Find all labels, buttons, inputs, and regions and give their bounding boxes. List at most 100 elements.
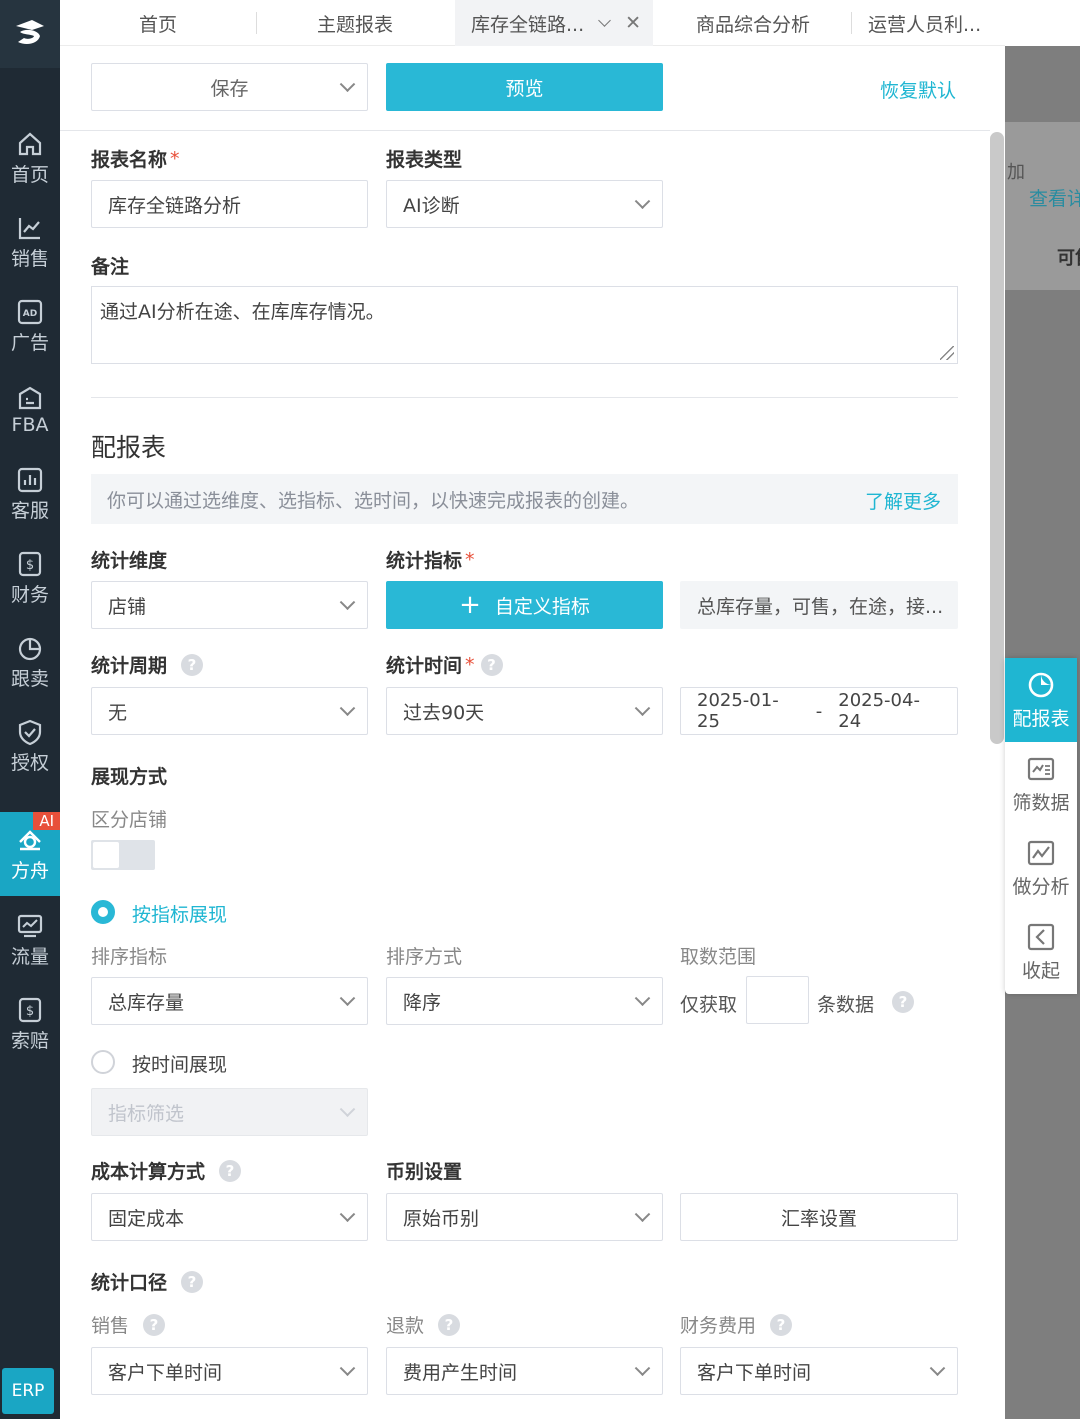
- shield-icon: [18, 719, 42, 745]
- tab-product-analysis[interactable]: 商品综合分析: [655, 0, 851, 46]
- dimension-select[interactable]: 店铺: [91, 581, 368, 629]
- tab-bar: 首页 主题报表 库存全链路... ✕ 商品综合分析 运营人员利...: [60, 0, 1005, 46]
- sidebar-item-ads[interactable]: AD 广告: [0, 286, 60, 366]
- service-icon: [17, 467, 43, 492]
- label-text: 销售: [91, 1315, 130, 1337]
- help-icon[interactable]: ?: [181, 1270, 204, 1293]
- chevron-down-icon: [634, 700, 651, 717]
- erp-button[interactable]: ERP: [2, 1368, 54, 1414]
- remark-label: 备注: [91, 256, 130, 278]
- range-label: 取数范围: [680, 946, 757, 968]
- sidebar-item-follow-sell[interactable]: 跟卖: [0, 622, 60, 702]
- help-icon[interactable]: ?: [892, 991, 914, 1013]
- by-metric-label[interactable]: 按指标展现: [132, 900, 227, 927]
- save-button[interactable]: 保存: [91, 63, 368, 111]
- sidebar-item-service[interactable]: 客服: [0, 454, 60, 534]
- collapse-tab[interactable]: 收起: [1005, 910, 1077, 994]
- split-store-label: 区分店铺: [91, 809, 168, 831]
- help-icon[interactable]: ?: [181, 653, 204, 676]
- select-value: 原始币别: [403, 1207, 480, 1230]
- report-type-select[interactable]: AI诊断: [386, 180, 663, 228]
- by-time-radio[interactable]: [91, 1050, 115, 1074]
- toggle-knob: [93, 842, 119, 868]
- filter-data-tab[interactable]: 筛数据: [1005, 742, 1077, 826]
- date-start: 2025-01-25: [697, 690, 779, 732]
- close-icon[interactable]: ✕: [625, 12, 641, 34]
- period-select[interactable]: 无: [91, 687, 368, 735]
- date-range-picker[interactable]: 2025-01-25 - 2025-04-24: [680, 687, 958, 735]
- restore-default-link[interactable]: 恢复默认: [880, 76, 956, 103]
- button-label: 自定义指标: [494, 595, 590, 618]
- label-text: 退款: [386, 1315, 425, 1337]
- sidebar-item-ark[interactable]: AI 方舟: [0, 812, 60, 896]
- sidebar-item-claim[interactable]: $ 索赔: [0, 984, 60, 1064]
- range-suffix: 条数据: [817, 994, 875, 1016]
- sort-order-select[interactable]: 降序: [386, 977, 663, 1025]
- chevron-down-icon[interactable]: [598, 13, 611, 27]
- sales-caliber-select[interactable]: 客户下单时间: [91, 1347, 368, 1395]
- home-icon: [18, 132, 42, 155]
- sidebar-item-authorize[interactable]: 授权: [0, 706, 60, 786]
- select-value: 固定成本: [108, 1207, 185, 1230]
- help-icon[interactable]: ?: [770, 1313, 793, 1336]
- scrollbar[interactable]: [990, 132, 1004, 744]
- currency-select[interactable]: 原始币别: [386, 1193, 663, 1241]
- chevron-down-icon: [634, 1206, 651, 1223]
- chevron-down-icon: [929, 1360, 946, 1377]
- preview-button[interactable]: 预览: [386, 63, 663, 111]
- help-icon[interactable]: ?: [143, 1313, 166, 1336]
- date-separator: -: [815, 700, 823, 722]
- report-name-input[interactable]: 库存全链路分析: [91, 180, 368, 228]
- sidebar-item-traffic[interactable]: 流量: [0, 900, 60, 980]
- resize-handle-icon[interactable]: [940, 346, 954, 360]
- help-icon[interactable]: ?: [480, 653, 503, 676]
- sidebar-item-label: 客服: [10, 499, 49, 522]
- by-metric-radio[interactable]: [91, 900, 115, 924]
- chevron-down-icon: [339, 594, 356, 611]
- by-time-label[interactable]: 按时间展现: [132, 1050, 227, 1077]
- dimension-label: 统计维度: [91, 550, 168, 572]
- finance-fee-caliber-select[interactable]: 客户下单时间: [680, 1347, 958, 1395]
- range-count-input[interactable]: [746, 976, 809, 1024]
- selected-metrics-display[interactable]: 总库存量，可售，在途，接...: [680, 581, 958, 629]
- label-text: 报表名称: [91, 149, 168, 171]
- help-icon[interactable]: ?: [438, 1313, 461, 1336]
- sidebar-item-fba[interactable]: FBA: [0, 370, 60, 450]
- remark-textarea[interactable]: 通过AI分析在途、在库库存情况。: [91, 286, 958, 364]
- chevron-down-icon: [634, 193, 651, 210]
- time-range-select[interactable]: 过去90天: [386, 687, 663, 735]
- chevron-down-icon: [634, 1360, 651, 1377]
- tip-text: 你可以通过选维度、选指标、选时间，以快速完成报表的创建。: [107, 489, 640, 512]
- config-report-tab[interactable]: 配报表: [1005, 658, 1077, 742]
- date-end: 2025-04-24: [838, 690, 920, 732]
- custom-metric-button[interactable]: + 自定义指标: [386, 581, 663, 629]
- required-mark: *: [465, 548, 475, 571]
- filter-data-icon: [1027, 757, 1055, 780]
- refund-caliber-select[interactable]: 费用产生时间: [386, 1347, 663, 1395]
- tab-home[interactable]: 首页: [60, 0, 256, 46]
- split-store-toggle[interactable]: [91, 840, 155, 870]
- sidebar-item-finance[interactable]: $ 财务: [0, 538, 60, 618]
- panel-item-label: 筛数据: [1012, 791, 1070, 814]
- sidebar-item-label: 首页: [10, 163, 49, 186]
- cost-method-select[interactable]: 固定成本: [91, 1193, 368, 1241]
- sidebar-item-label: 销售: [10, 247, 49, 270]
- do-analysis-tab[interactable]: 做分析: [1005, 826, 1077, 910]
- sort-order-label: 排序方式: [386, 946, 463, 968]
- learn-more-link[interactable]: 了解更多: [865, 487, 941, 514]
- currency-label: 币别设置: [386, 1161, 463, 1183]
- sidebar-item-home[interactable]: 首页: [0, 118, 60, 198]
- help-icon[interactable]: ?: [219, 1159, 242, 1182]
- exchange-rate-button[interactable]: 汇率设置: [680, 1193, 958, 1241]
- fba-icon: [18, 386, 42, 410]
- metric-filter-select: 指标筛选: [91, 1088, 368, 1136]
- tab-inventory-chain[interactable]: 库存全链路... ✕: [455, 0, 653, 46]
- label-text: 统计时间: [386, 655, 463, 677]
- sidebar-item-sales[interactable]: 销售: [0, 202, 60, 282]
- refund-caliber-label: 退款?: [386, 1311, 461, 1338]
- select-value: 店铺: [108, 595, 147, 618]
- tab-operator-profit[interactable]: 运营人员利...: [852, 0, 1005, 46]
- sort-metric-select[interactable]: 总库存量: [91, 977, 368, 1025]
- app-logo[interactable]: [0, 0, 60, 68]
- tab-theme-report[interactable]: 主题报表: [257, 0, 453, 46]
